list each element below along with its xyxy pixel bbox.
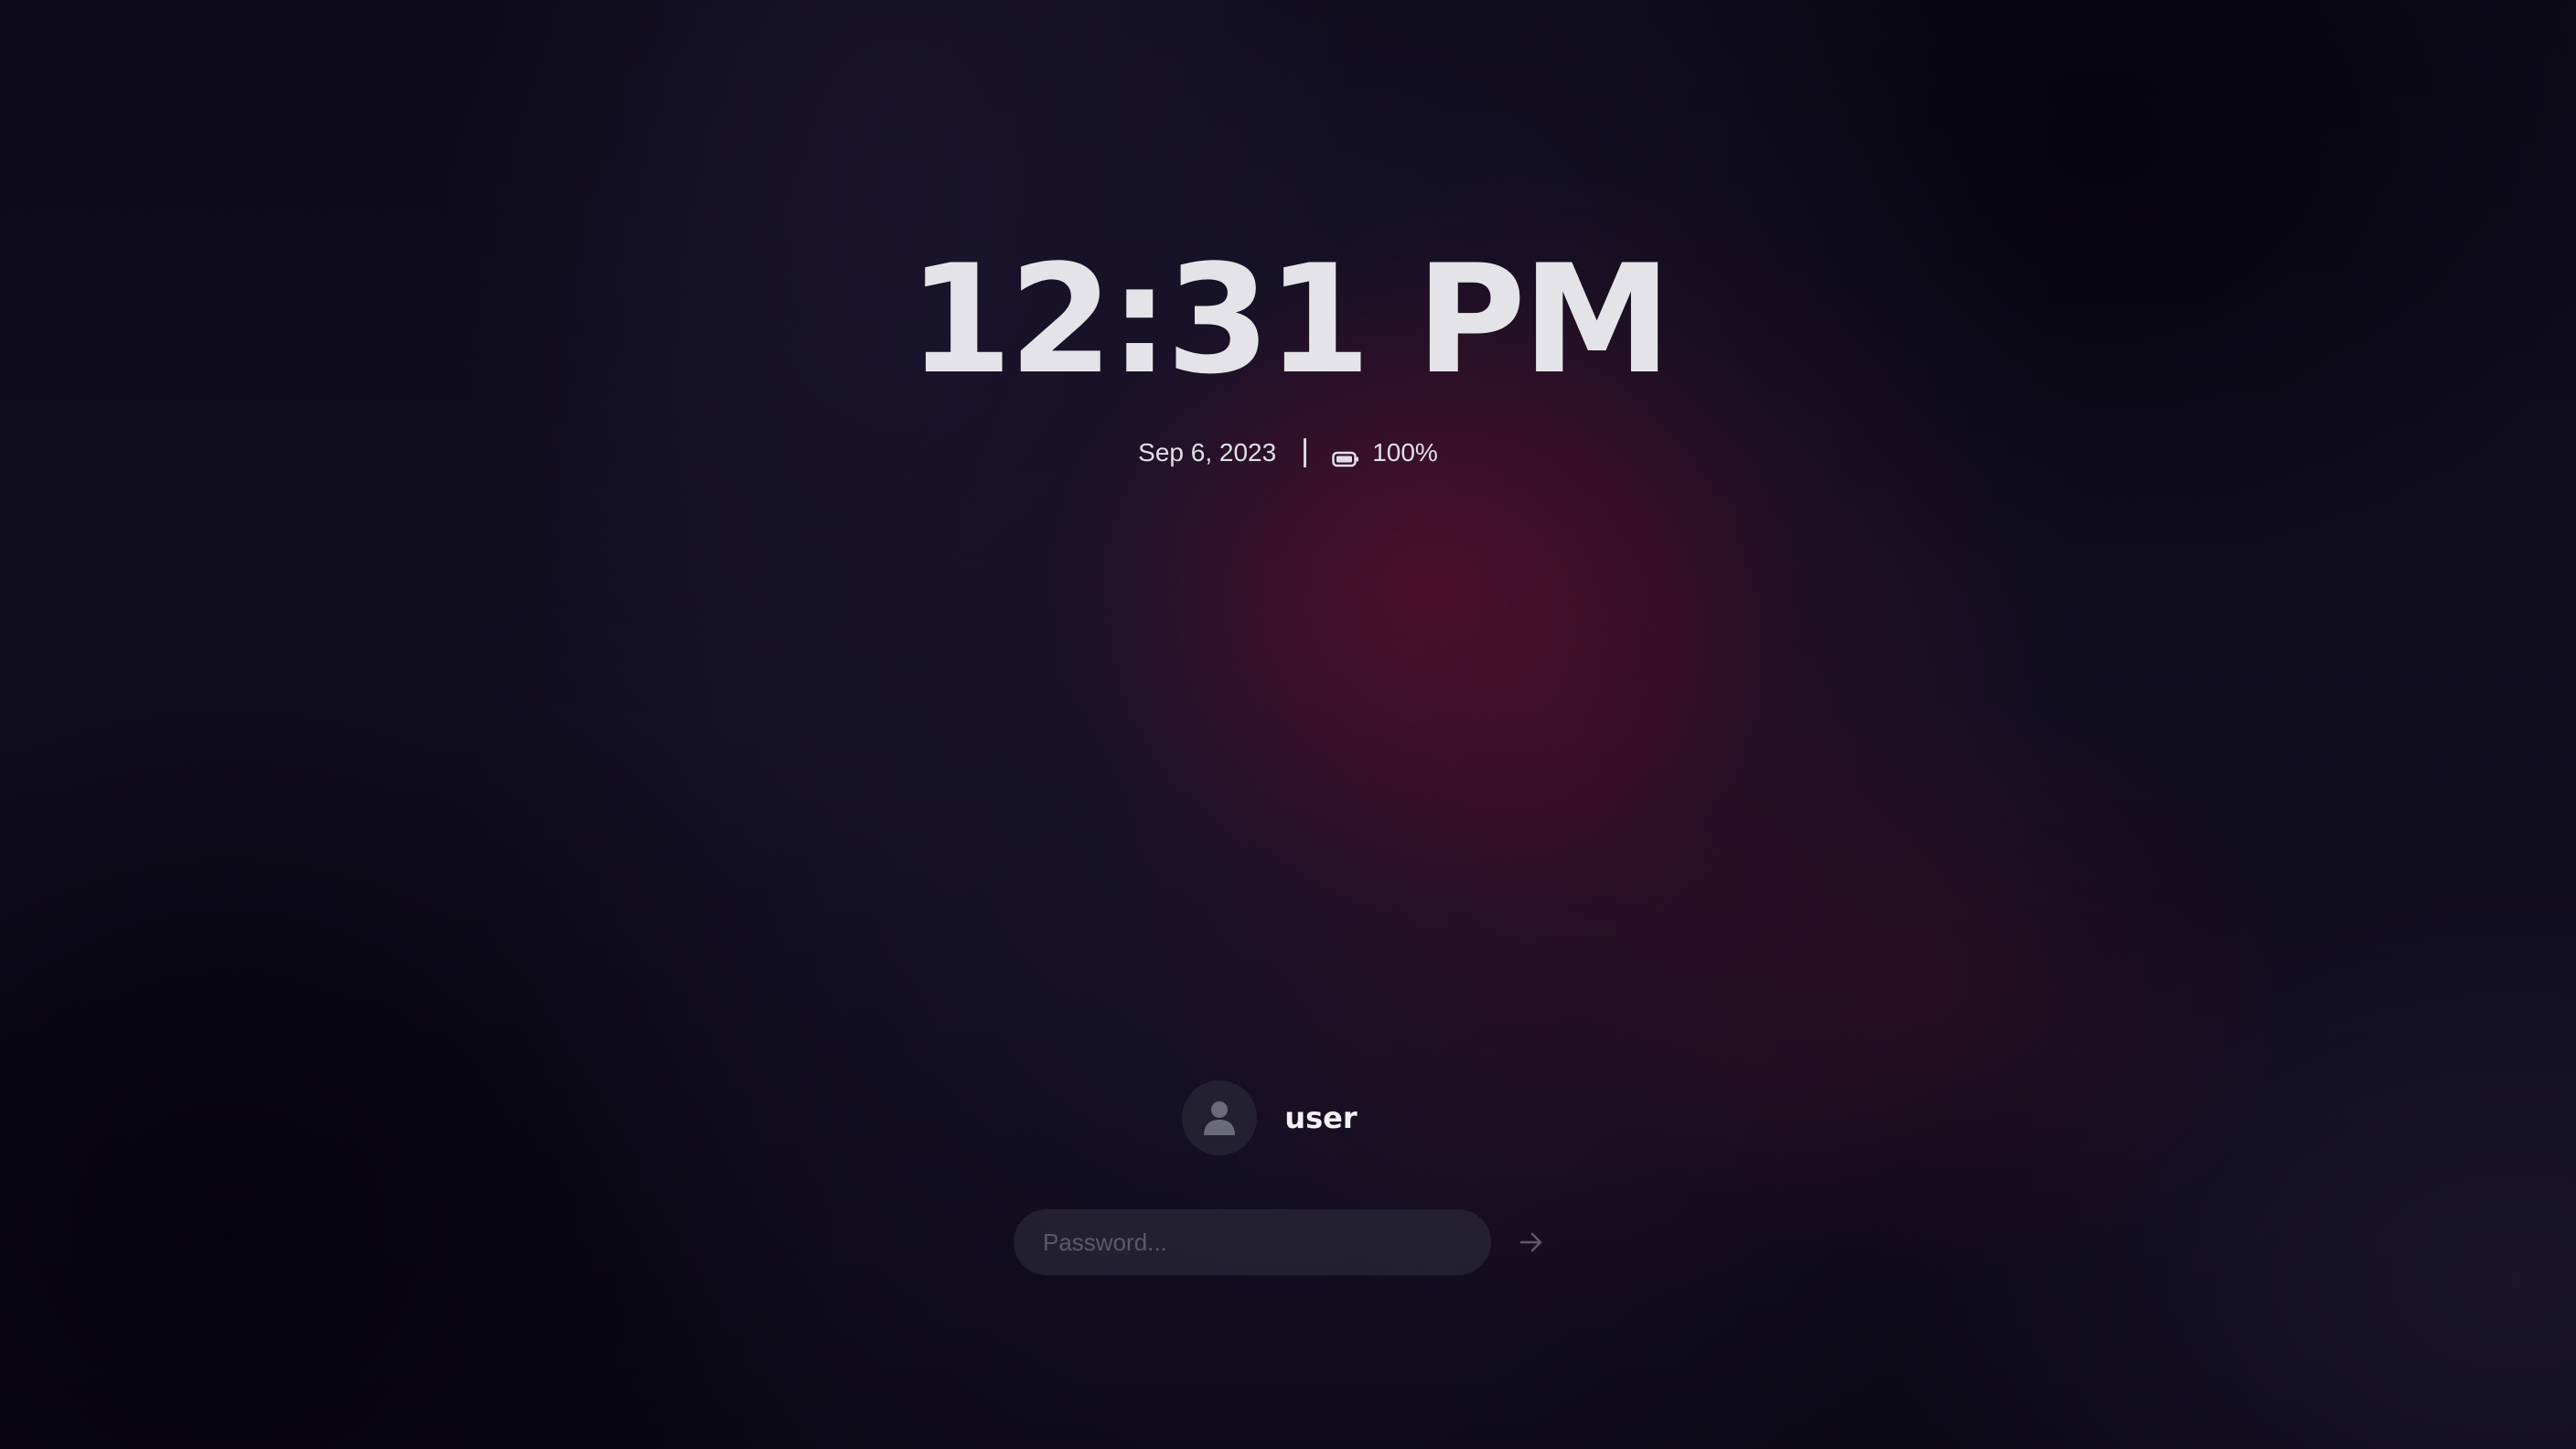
login-form bbox=[1014, 1209, 1559, 1275]
date-label: Sep 6, 2023 bbox=[1138, 438, 1277, 467]
battery-icon bbox=[1332, 445, 1359, 467]
user-profile: user bbox=[0, 1079, 2576, 1156]
clock-time: 12:31 PM bbox=[907, 232, 1672, 407]
avatar bbox=[1182, 1080, 1258, 1155]
lock-screen: 12:31 PM Sep 6, 2023 100% user bbox=[0, 0, 2576, 1449]
submit-button[interactable] bbox=[1504, 1215, 1559, 1270]
person-icon bbox=[1204, 1101, 1236, 1135]
username-label: user bbox=[1284, 1100, 1358, 1135]
battery-indicator: 100% bbox=[1306, 438, 1438, 467]
password-input[interactable] bbox=[1014, 1209, 1491, 1275]
arrow-right-icon bbox=[1519, 1232, 1542, 1252]
status-row: Sep 6, 2023 100% bbox=[0, 430, 2576, 476]
battery-percent: 100% bbox=[1372, 438, 1438, 467]
